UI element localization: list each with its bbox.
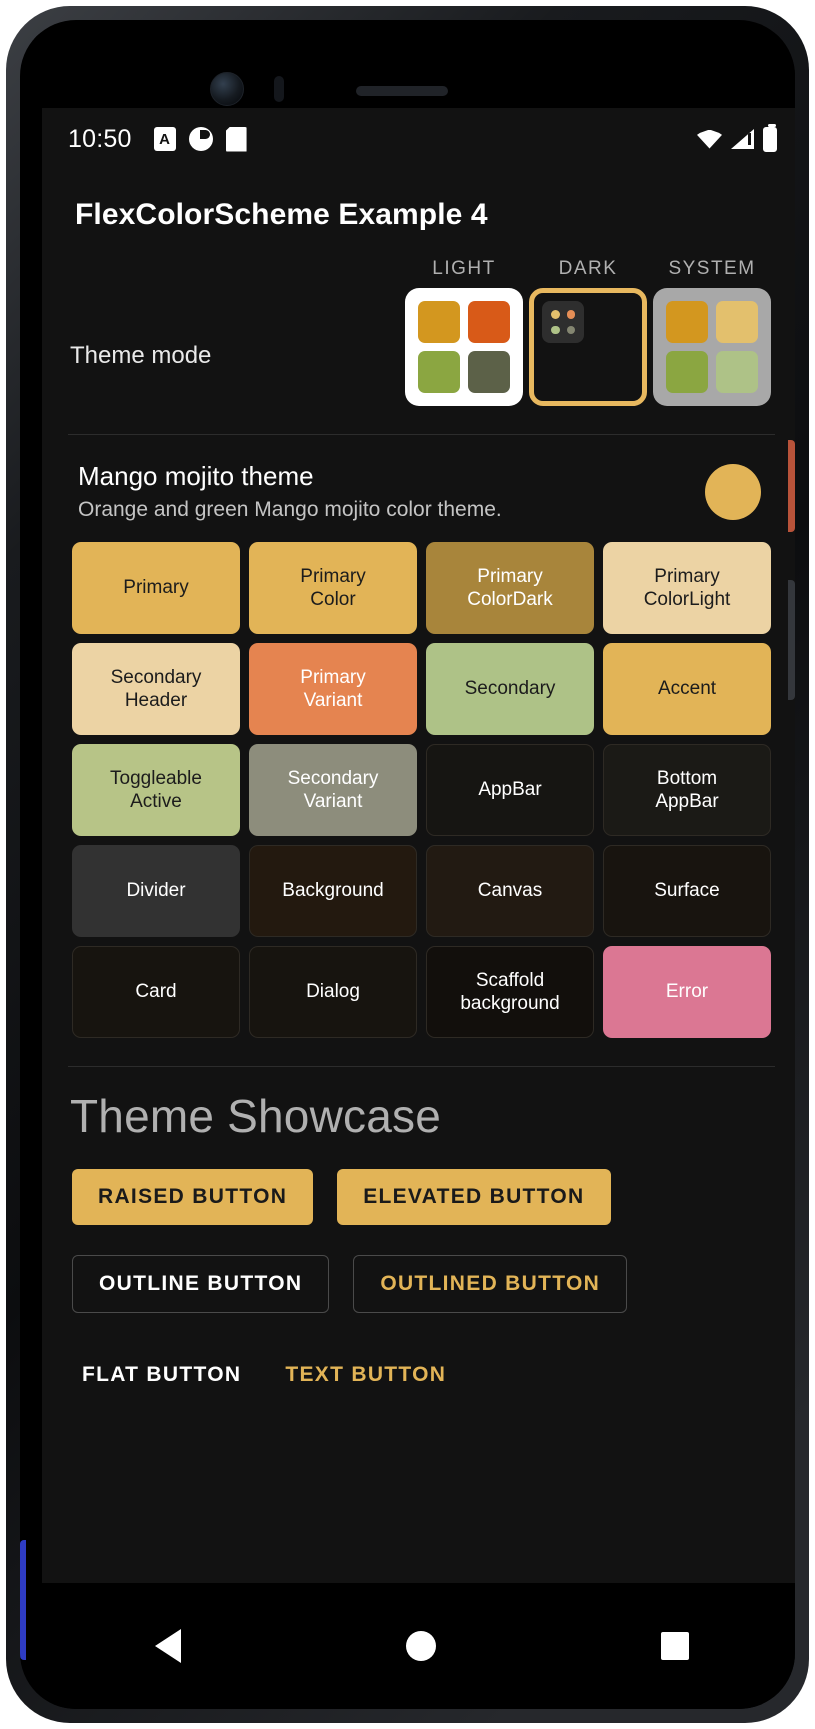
color-swatch-cell: Bottom AppBar xyxy=(603,744,771,836)
home-icon[interactable] xyxy=(405,1631,436,1661)
theme-mode-label: Theme mode xyxy=(70,342,212,369)
mini-swatch xyxy=(666,301,708,343)
mini-swatch xyxy=(551,310,560,319)
a-badge-icon: A xyxy=(153,127,176,151)
status-bar: 10:50 A xyxy=(42,108,795,170)
status-clock: 10:50 xyxy=(68,124,132,153)
color-swatch-cell: Toggleable Active xyxy=(72,744,240,836)
volume-button[interactable] xyxy=(788,580,795,700)
theme-mode-option-system[interactable]: SYSTEM xyxy=(653,258,771,406)
status-left-icons: A xyxy=(153,126,247,152)
outlined-button[interactable]: OUTLINED BUTTON xyxy=(353,1255,628,1313)
phone-screen: 10:50 A FlexColorScheme Example 4 Theme xyxy=(42,108,795,1671)
theme-mode-caption-dark: DARK xyxy=(558,258,618,279)
mini-swatch xyxy=(468,351,510,393)
color-swatch-cell: Primary Variant xyxy=(249,643,417,735)
mini-swatch xyxy=(716,351,758,393)
app-bar: FlexColorScheme Example 4 xyxy=(42,170,795,258)
color-swatch-cell: Primary ColorDark xyxy=(426,542,594,634)
sensor-icon xyxy=(274,76,284,102)
avatar xyxy=(705,463,761,520)
status-right-icons xyxy=(697,123,777,152)
mini-swatch xyxy=(468,301,510,343)
sd-card-icon xyxy=(225,126,247,152)
phone-bezel: 10:50 A FlexColorScheme Example 4 Theme xyxy=(20,20,795,1709)
color-swatch-cell: Background xyxy=(249,845,417,937)
assistant-button[interactable] xyxy=(20,1540,26,1660)
earpiece-speaker xyxy=(356,86,448,96)
mini-swatch xyxy=(566,325,575,334)
color-swatch-cell: Surface xyxy=(603,845,771,937)
navigation-bar xyxy=(42,1583,795,1709)
recents-icon[interactable] xyxy=(660,1632,689,1660)
color-swatch-cell: Primary ColorLight xyxy=(603,542,771,634)
theme-mode-swatch-light[interactable] xyxy=(405,288,523,406)
page-title: FlexColorScheme Example 4 xyxy=(75,198,488,231)
mini-swatch xyxy=(566,310,575,319)
theme-mode-swatch-dark-inner xyxy=(542,301,584,343)
theme-mode-caption-system: SYSTEM xyxy=(668,258,756,279)
button-row-filled: RAISED BUTTON ELEVATED BUTTON xyxy=(42,1169,795,1225)
mini-swatch xyxy=(418,301,460,343)
mini-swatch xyxy=(716,301,758,343)
outline-button[interactable]: OUTLINE BUTTON xyxy=(72,1255,330,1313)
theme-mode-swatch-system[interactable] xyxy=(653,288,771,406)
color-swatch-cell: Primary xyxy=(72,542,240,634)
theme-card-header[interactable]: Mango mojito theme Orange and green Mang… xyxy=(42,435,795,522)
theme-mode-option-light[interactable]: LIGHT xyxy=(405,258,523,406)
color-swatch-cell: Secondary xyxy=(426,643,594,735)
color-swatch-cell: AppBar xyxy=(426,744,594,836)
mini-swatch xyxy=(551,325,560,334)
flat-button[interactable]: FLAT BUTTON xyxy=(72,1347,251,1403)
color-swatch-cell: Scaffold background xyxy=(426,946,594,1038)
color-swatch-cell: Divider xyxy=(72,845,240,937)
elevated-button[interactable]: ELEVATED BUTTON xyxy=(337,1169,611,1225)
text-button[interactable]: TEXT BUTTON xyxy=(275,1347,456,1403)
color-swatch-cell: Secondary Variant xyxy=(249,744,417,836)
mini-swatch xyxy=(666,351,708,393)
color-swatch-grid: Primary Primary Color Primary ColorDark Prima… xyxy=(42,522,795,1038)
cellular-signal-icon xyxy=(731,129,754,149)
raised-button[interactable]: RAISED BUTTON xyxy=(72,1169,314,1225)
color-swatch-cell: Primary Color xyxy=(249,542,417,634)
theme-mode-caption-light: LIGHT xyxy=(432,258,496,279)
color-swatch-cell: Dialog xyxy=(249,946,417,1038)
color-swatch-cell: Accent xyxy=(603,643,771,735)
showcase-title: Theme Showcase xyxy=(70,1090,441,1142)
color-swatch-cell: Error xyxy=(603,946,771,1038)
button-row-text: FLAT BUTTON TEXT BUTTON xyxy=(42,1347,795,1403)
theme-card-text: Mango mojito theme Orange and green Mang… xyxy=(78,461,705,522)
color-swatch-cell: Secondary Header xyxy=(72,643,240,735)
mini-swatch xyxy=(418,351,460,393)
theme-mode-swatch-dark[interactable] xyxy=(529,288,647,406)
color-swatch-cell: Card xyxy=(72,946,240,1038)
battery-icon xyxy=(763,123,777,152)
do-not-disturb-icon xyxy=(188,127,213,151)
theme-mode-selector[interactable]: Theme mode LIGHT DARK SYSTEM xyxy=(42,258,795,406)
theme-mode-option-dark[interactable]: DARK xyxy=(529,258,647,406)
color-swatch-cell: Canvas xyxy=(426,845,594,937)
theme-card-subtitle: Orange and green Mango mojito color them… xyxy=(78,498,502,521)
back-icon[interactable] xyxy=(154,1629,181,1663)
power-button[interactable] xyxy=(788,440,795,532)
front-camera-icon xyxy=(210,72,244,106)
wifi-icon xyxy=(697,129,722,149)
theme-card-title: Mango mojito theme xyxy=(78,461,314,491)
phone-frame: 10:50 A FlexColorScheme Example 4 Theme xyxy=(6,6,809,1723)
button-row-outlined: OUTLINE BUTTON OUTLINED BUTTON xyxy=(42,1255,795,1313)
